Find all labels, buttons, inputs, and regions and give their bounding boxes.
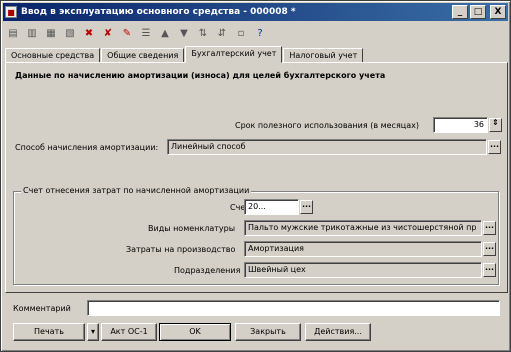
delete-icon[interactable]: ✖ bbox=[81, 25, 97, 41]
document-icon: ■ bbox=[5, 6, 17, 18]
tab-tax-accounting[interactable]: Налоговый учет bbox=[283, 48, 364, 63]
minimize-button[interactable]: _ bbox=[452, 5, 468, 19]
edit-icon[interactable]: ✎ bbox=[119, 25, 135, 41]
nomenclature-input[interactable]: Пальто мужские трикотажные из чистошерст… bbox=[244, 220, 482, 236]
toolbar: ▤ ▥ ▦ ▧ ✖ ✘ ✎ ☰ ▲ ▼ ⇅ ⇵ ▫ ? bbox=[5, 23, 271, 43]
copy-icon[interactable]: ▤ bbox=[5, 25, 21, 41]
nomenclature-select-button[interactable]: ... bbox=[483, 221, 496, 235]
close-button[interactable]: Закрыть bbox=[235, 323, 301, 341]
maximize-button[interactable]: □ bbox=[470, 5, 486, 19]
useful-life-stepper[interactable]: ⇕ bbox=[489, 118, 502, 132]
division-select-button[interactable]: ... bbox=[483, 263, 496, 277]
doc-icon[interactable]: ▫ bbox=[233, 25, 249, 41]
costs-label: Затраты на производство bbox=[126, 245, 236, 254]
arrow-down-icon[interactable]: ▼ bbox=[176, 25, 192, 41]
useful-life-input[interactable]: 36 bbox=[433, 117, 488, 133]
comment-label: Комментарий bbox=[13, 304, 71, 313]
act-os1-button[interactable]: Акт ОС-1 bbox=[101, 323, 157, 341]
tab-general-info[interactable]: Общие сведения bbox=[101, 48, 185, 63]
doc-icon[interactable]: ▥ bbox=[24, 25, 40, 41]
division-label: Подразделения bbox=[174, 266, 241, 275]
delete-icon[interactable]: ✘ bbox=[100, 25, 116, 41]
list-icon[interactable]: ☰ bbox=[138, 25, 154, 41]
help-icon[interactable]: ? bbox=[252, 25, 268, 41]
close-window-button[interactable]: X bbox=[490, 5, 506, 19]
print-menu-button[interactable]: ▾ bbox=[87, 323, 99, 341]
section-title: Данные по начислению амортизации (износа… bbox=[15, 71, 386, 80]
tab-bar: Основные средства Общие сведения Бухгалт… bbox=[5, 46, 364, 63]
account-select-button[interactable]: ... bbox=[300, 200, 313, 214]
costs-select-button[interactable]: ... bbox=[483, 242, 496, 256]
useful-life-label: Срок полезного использования (в месяцах) bbox=[235, 121, 419, 130]
document-window: ■ Ввод в эксплуатацию основного средства… bbox=[0, 0, 511, 352]
arrow-up-icon[interactable]: ▲ bbox=[157, 25, 173, 41]
method-select[interactable]: Линейный способ bbox=[167, 139, 487, 155]
nomenclature-label: Виды номенклатуры bbox=[148, 224, 236, 233]
print-button[interactable]: Печать bbox=[13, 323, 85, 341]
sort-icon[interactable]: ⇵ bbox=[214, 25, 230, 41]
method-select-button[interactable]: ... bbox=[488, 140, 501, 154]
account-input[interactable]: 20... bbox=[244, 199, 299, 215]
window-title: Ввод в эксплуатацию основного средства -… bbox=[21, 7, 296, 17]
method-label: Способ начисления амортизации: bbox=[15, 143, 159, 152]
actions-button[interactable]: Действия... bbox=[305, 323, 371, 341]
sort-icon[interactable]: ⇅ bbox=[195, 25, 211, 41]
comment-input[interactable] bbox=[87, 300, 500, 316]
title-bar[interactable]: ■ Ввод в эксплуатацию основного средства… bbox=[3, 3, 508, 21]
costs-input[interactable]: Амортизация bbox=[244, 241, 482, 257]
tab-accounting[interactable]: Бухгалтерский учет bbox=[185, 46, 283, 63]
tab-fixed-assets[interactable]: Основные средства bbox=[5, 48, 101, 63]
ok-button[interactable]: OK bbox=[159, 323, 231, 341]
doc-icon[interactable]: ▦ bbox=[43, 25, 59, 41]
division-input[interactable]: Швейный цех bbox=[244, 262, 482, 278]
doc-icon[interactable]: ▧ bbox=[62, 25, 78, 41]
expense-group-title: Счет отнесения затрат по начисленной амо… bbox=[21, 186, 252, 195]
